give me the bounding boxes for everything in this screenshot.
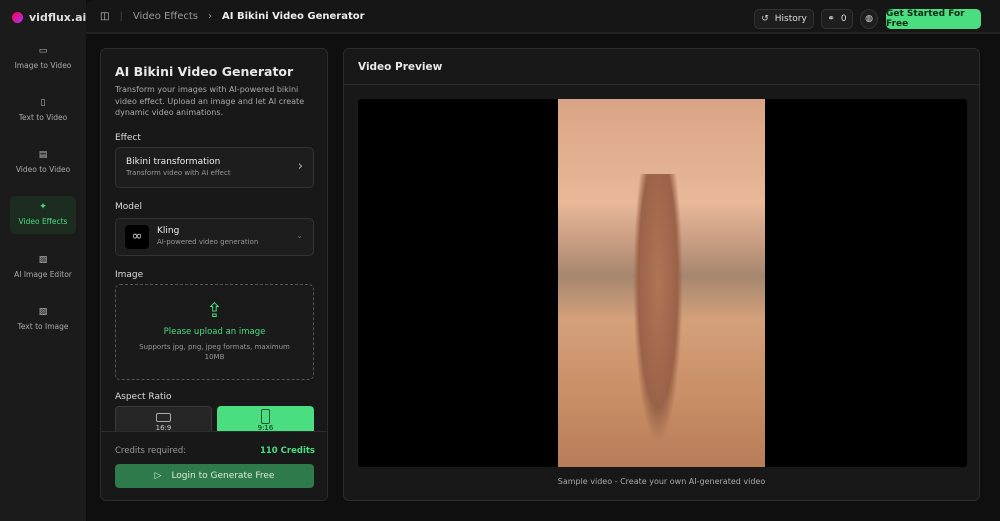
video-camera-icon: ▭: [38, 46, 48, 56]
image-label: Image: [115, 270, 144, 280]
upload-hint: Supports jpg, png, jpeg formats, maximum…: [139, 343, 290, 361]
preview-caption: Sample video - Create your own AI-genera…: [557, 477, 766, 486]
coins-icon: ⚭: [827, 14, 835, 24]
logo[interactable]: vidflux.ai: [12, 11, 86, 24]
image-icon: ▨: [38, 307, 48, 317]
nav-label: Video to Video: [15, 165, 71, 174]
sidebar-item-ai-image-editor[interactable]: ▨ AI Image Editor: [10, 249, 76, 287]
nav-label: AI Image Editor: [14, 270, 72, 279]
brand-name: vidflux.ai: [29, 11, 87, 24]
sidebar-item-text-to-image[interactable]: ▨ Text to Image: [10, 301, 76, 339]
divider: [344, 84, 979, 85]
effect-selector[interactable]: Bikini transformation Transform video wi…: [115, 147, 314, 188]
upload-title: Please upload an image: [163, 327, 266, 337]
aspect-label: Aspect Ratio: [115, 392, 172, 402]
document-icon: ▯: [40, 98, 46, 108]
portrait-icon: [261, 409, 270, 424]
get-started-button[interactable]: Get Started For Free: [886, 9, 981, 29]
credits-value: 110 Credits: [259, 446, 315, 456]
chevron-right-icon: ›: [208, 11, 213, 22]
figure-shape: [633, 174, 683, 444]
sidebar-item-text-to-video[interactable]: ▯ Text to Video: [10, 92, 76, 130]
sidebar-toggle-icon[interactable]: ◫: [100, 11, 109, 22]
history-button[interactable]: ↺ History: [754, 9, 814, 29]
model-desc: AI-powered video generation: [157, 238, 259, 246]
effect-label: Effect: [115, 133, 141, 143]
image-icon: ▨: [38, 255, 48, 265]
sidebar: vidflux.ai ▭ Image to Video ▯ Text to Vide…: [0, 0, 86, 521]
preview-title: Video Preview: [358, 61, 443, 73]
credits-label: Credits required:: [115, 446, 187, 456]
panel-description: Transform your images with AI-powered bi…: [115, 85, 305, 117]
effect-name: Bikini transformation: [126, 157, 221, 167]
generate-footer: Credits required: 110 Credits ▷ Login to …: [101, 431, 327, 500]
chevron-down-icon: ⌄: [296, 231, 303, 240]
preview-panel: Video Preview Sample video - Create your…: [343, 48, 980, 501]
history-icon: ↺: [761, 14, 769, 24]
model-name: Kling: [157, 226, 180, 236]
nav-label: Text to Video: [18, 113, 68, 122]
logo-icon: [12, 12, 23, 23]
nav-label: Image to Video: [14, 61, 72, 70]
model-label: Model: [115, 202, 143, 212]
kling-logo-icon: ∞: [125, 225, 149, 249]
top-bar: ◫ | Video Effects › AI Bikini Video Gene…: [86, 0, 1000, 34]
video-player[interactable]: [358, 99, 967, 467]
image-upload-dropzone[interactable]: ⇪ Please upload an image Supports jpg, p…: [115, 284, 314, 380]
language-button[interactable]: ◍: [860, 9, 878, 29]
generator-panel: AI Bikini Video Generator Transform your…: [100, 48, 328, 501]
sparkle-icon: ✦: [39, 202, 47, 212]
credits-button[interactable]: ⚭ 0: [821, 9, 853, 29]
play-icon: ▷: [154, 471, 162, 481]
landscape-icon: [156, 413, 171, 422]
effect-desc: Transform video with AI effect: [126, 169, 231, 177]
generate-label: Login to Generate Free: [171, 471, 275, 481]
sample-video-frame: [558, 99, 765, 467]
nav-label: Text to Image: [17, 322, 69, 331]
panel-title: AI Bikini Video Generator: [115, 64, 294, 79]
breadcrumb: ◫ | Video Effects › AI Bikini Video Gene…: [100, 11, 365, 22]
model-selector[interactable]: ∞ Kling AI-powered video generation ⌄: [115, 218, 314, 256]
sidebar-item-video-to-video[interactable]: ▤ Video to Video: [10, 144, 76, 182]
globe-icon: ◍: [865, 14, 873, 24]
nav-label: Video Effects: [18, 217, 68, 226]
chevron-right-icon: ›: [297, 159, 303, 174]
history-label: History: [774, 14, 807, 24]
divider: |: [119, 11, 123, 22]
generate-button[interactable]: ▷ Login to Generate Free: [115, 464, 314, 488]
breadcrumb-video-effects[interactable]: Video Effects: [133, 11, 198, 22]
sidebar-item-image-to-video[interactable]: ▭ Image to Video: [10, 40, 76, 78]
breadcrumb-current: AI Bikini Video Generator: [222, 11, 365, 22]
credits-count: 0: [840, 14, 847, 24]
clapper-icon: ▤: [38, 150, 48, 160]
upload-icon: ⇪: [206, 298, 223, 322]
sidebar-item-video-effects[interactable]: ✦ Video Effects: [10, 196, 76, 234]
